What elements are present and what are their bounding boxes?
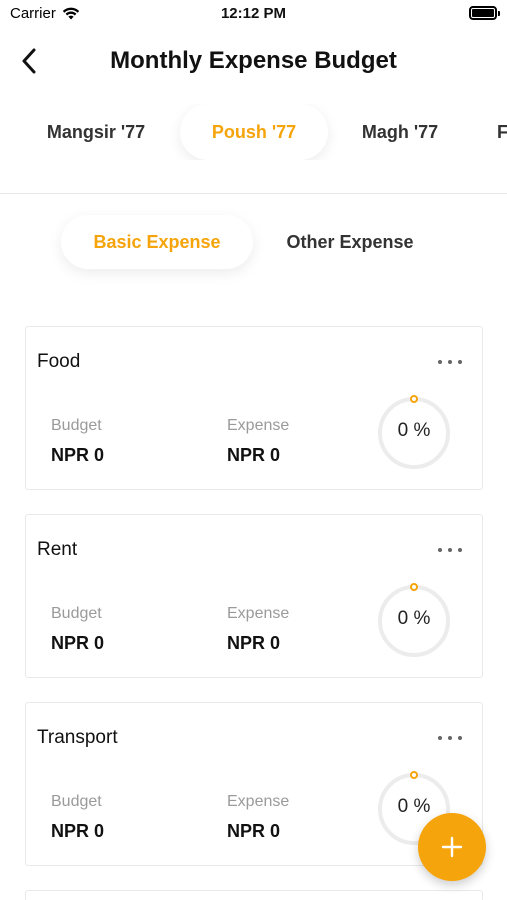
budget-card-food[interactable]: Food Budget NPR 0 Expense NPR 0 0 % (25, 326, 483, 490)
tab-month-poush[interactable]: Poush '77 (180, 104, 328, 160)
expense-label: Expense (227, 417, 290, 434)
budget-label: Budget (51, 793, 102, 810)
expense-label: Expense (227, 605, 290, 622)
budget-label: Budget (51, 417, 102, 434)
progress-percent: 0 % (397, 420, 431, 441)
expense-value: NPR 0 (227, 445, 281, 465)
expense-value: NPR 0 (227, 821, 281, 841)
category-name: Transport (37, 727, 118, 748)
more-horizontal-icon (438, 736, 442, 740)
tab-month-falgun[interactable]: Falgun '77 (497, 104, 507, 160)
tab-basic-expense[interactable]: Basic Expense (61, 215, 253, 269)
page-title: Monthly Expense Budget (110, 47, 397, 74)
tabs-divider (0, 193, 507, 194)
budget-label: Budget (51, 605, 102, 622)
more-options-button[interactable] (438, 541, 462, 559)
status-bar: Carrier 12:12 PM (0, 0, 507, 30)
category-name: Food (37, 351, 81, 372)
more-horizontal-icon (438, 548, 442, 552)
budget-card-partial[interactable] (25, 890, 483, 900)
month-tabs: Mangsir '77 Poush '77 Magh '77 Falgun '7… (0, 104, 507, 160)
budget-card-transport[interactable]: Transport Budget NPR 0 Expense NPR 0 0 % (25, 702, 483, 866)
tab-month-mangsir[interactable]: Mangsir '77 (28, 104, 164, 160)
budget-value: NPR 0 (51, 821, 105, 841)
more-options-button[interactable] (438, 729, 462, 747)
expense-label: Expense (227, 793, 290, 810)
more-horizontal-icon (438, 360, 442, 364)
more-options-button[interactable] (438, 353, 462, 371)
add-budget-button[interactable] (418, 813, 486, 881)
budget-card-rent[interactable]: Rent Budget NPR 0 Expense NPR 0 0 % (25, 514, 483, 678)
battery-icon (469, 6, 500, 20)
progress-percent: 0 % (397, 608, 431, 629)
status-time: 12:12 PM (220, 5, 287, 22)
nav-header: Monthly Expense Budget (0, 40, 507, 84)
tab-other-expense[interactable]: Other Expense (265, 215, 435, 269)
tab-month-magh[interactable]: Magh '77 (342, 104, 458, 160)
budget-value: NPR 0 (51, 445, 105, 465)
budget-value: NPR 0 (51, 633, 105, 653)
expense-value: NPR 0 (227, 633, 281, 653)
category-name: Rent (37, 539, 78, 560)
plus-icon (441, 836, 463, 858)
